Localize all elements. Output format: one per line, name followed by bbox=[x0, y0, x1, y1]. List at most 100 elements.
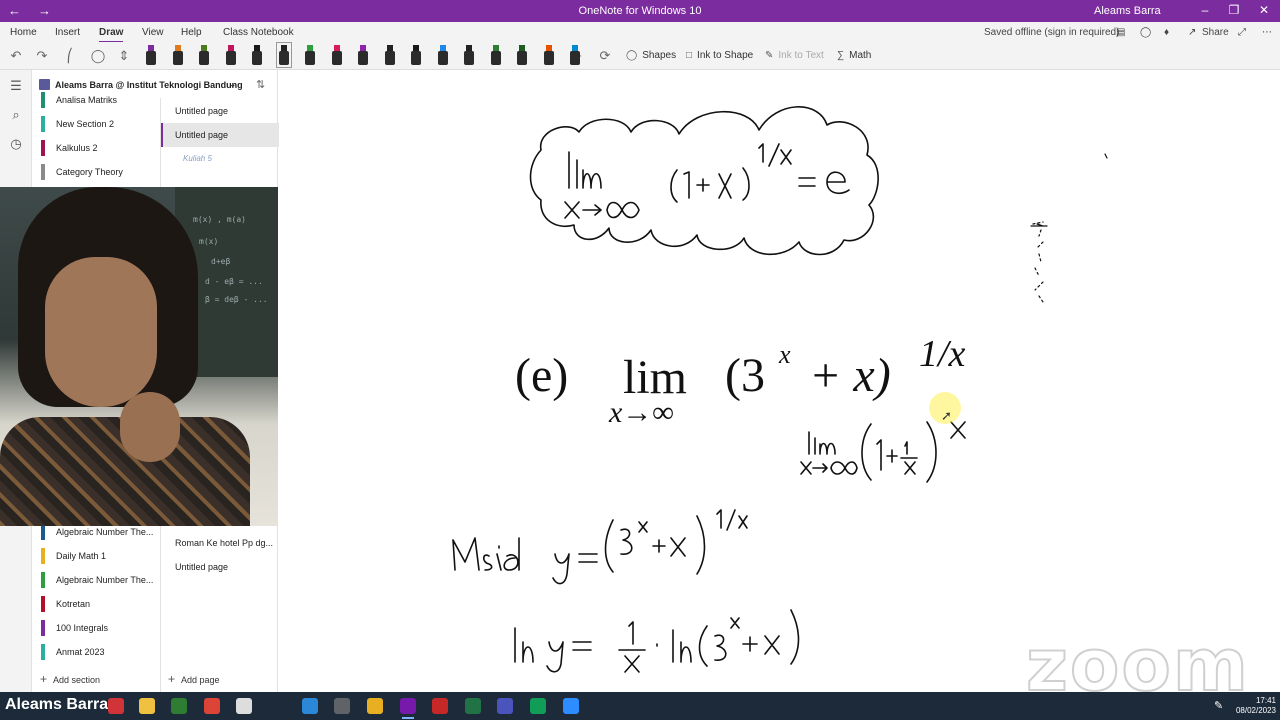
tab-class-notebook[interactable]: Class Notebook bbox=[223, 27, 294, 38]
close-icon[interactable]: ✕ bbox=[1254, 3, 1274, 17]
pen-tool[interactable] bbox=[305, 45, 315, 65]
pen-tool[interactable] bbox=[544, 45, 554, 65]
ink-to-shape-button[interactable]: □ Ink to Shape bbox=[686, 50, 753, 61]
redo-icon[interactable]: ↷ bbox=[34, 48, 50, 64]
pen-tool[interactable] bbox=[199, 45, 209, 65]
taskbar-app-icon[interactable] bbox=[236, 698, 252, 714]
page-item[interactable]: Roman Ke hotel Pp dg... bbox=[161, 531, 279, 555]
add-space-icon[interactable]: ⇕ bbox=[116, 48, 132, 64]
pen-tool[interactable] bbox=[438, 45, 448, 65]
taskbar-app-icon[interactable] bbox=[432, 698, 448, 714]
math-label: Math bbox=[849, 50, 872, 61]
hint-exp-ink bbox=[950, 421, 966, 439]
section-label: Algebraic Number The... bbox=[56, 575, 154, 585]
taskbar-app-icon[interactable] bbox=[171, 698, 187, 714]
type-select-icon[interactable]: ⎛ bbox=[62, 48, 78, 64]
section-item[interactable]: Kalkulus 2 bbox=[32, 136, 160, 160]
taskbar-app-icon[interactable] bbox=[108, 698, 124, 714]
pen-tool[interactable] bbox=[464, 45, 474, 65]
section-item[interactable]: Anmat 2023 bbox=[32, 640, 160, 664]
sync-status[interactable]: Saved offline (sign in required) bbox=[984, 27, 1119, 38]
add-section-button[interactable]: + Add section bbox=[40, 672, 100, 686]
page-item[interactable]: Kuliah 5 bbox=[161, 147, 279, 171]
pen-tool[interactable] bbox=[491, 45, 501, 65]
pen-tool[interactable] bbox=[358, 45, 368, 65]
section-color-tab bbox=[41, 596, 45, 612]
taskbar-app-icon[interactable] bbox=[302, 698, 318, 714]
taskbar: Aleams Barra ✎ 17:41 08/02/2023 bbox=[0, 692, 1280, 720]
search-icon[interactable]: ⌕ bbox=[8, 107, 24, 123]
section-color-tab bbox=[41, 140, 45, 156]
pen-tool[interactable] bbox=[173, 45, 183, 65]
minimize-icon[interactable]: – bbox=[1195, 3, 1215, 17]
notebook-icon[interactable]: ▤ bbox=[1116, 27, 1125, 38]
taskbar-app-icon[interactable] bbox=[204, 698, 220, 714]
taskbar-app-icon[interactable] bbox=[465, 698, 481, 714]
shapes-button[interactable]: ◯ Shapes bbox=[626, 50, 676, 61]
misal-ink bbox=[452, 537, 520, 571]
page-label: Untitled page bbox=[175, 562, 229, 572]
section-item[interactable]: 100 Integrals bbox=[32, 616, 160, 640]
notebooks-icon[interactable]: ☰ bbox=[8, 78, 24, 94]
pen-body bbox=[438, 51, 448, 65]
section-color-tab bbox=[41, 572, 45, 588]
section-item[interactable]: Daily Math 1 bbox=[32, 544, 160, 568]
lightbulb-icon[interactable]: ◯ bbox=[1140, 27, 1151, 38]
section-label: Algebraic Number The... bbox=[56, 527, 154, 537]
lasso-select-icon[interactable]: ◯ bbox=[90, 48, 106, 64]
undo-icon[interactable]: ↶ bbox=[8, 48, 24, 64]
clock[interactable]: 17:41 08/02/2023 bbox=[1232, 696, 1276, 716]
account-name[interactable]: Aleams Barra bbox=[1094, 5, 1161, 17]
pen-tool[interactable] bbox=[570, 45, 580, 65]
taskbar-app-icon[interactable] bbox=[497, 698, 513, 714]
page-item[interactable]: Untitled page bbox=[161, 555, 279, 579]
pen-tool[interactable] bbox=[517, 45, 527, 65]
pen-tool[interactable] bbox=[226, 45, 236, 65]
section-item[interactable]: Kotretan bbox=[32, 592, 160, 616]
taskbar-app-icon[interactable] bbox=[367, 698, 383, 714]
page-item[interactable]: Untitled page bbox=[161, 123, 279, 147]
taskbar-user-label: Aleams Barra bbox=[5, 696, 109, 713]
page-item[interactable]: Untitled page bbox=[161, 99, 279, 123]
fullscreen-icon[interactable]: ⤢ bbox=[1238, 27, 1246, 38]
pen-tool[interactable] bbox=[385, 45, 395, 65]
section-item[interactable]: New Section 2 bbox=[32, 112, 160, 136]
taskbar-app-icon[interactable] bbox=[563, 698, 579, 714]
pen-tool[interactable] bbox=[146, 45, 156, 65]
sort-icon[interactable]: ⇅ bbox=[256, 78, 265, 91]
recent-icon[interactable]: ◷ bbox=[8, 136, 24, 152]
taskbar-app-icon[interactable] bbox=[334, 698, 350, 714]
section-item[interactable]: Analisa Matriks bbox=[32, 88, 160, 112]
lim-subscript: x→∞ bbox=[609, 396, 674, 429]
pen-tool[interactable] bbox=[411, 45, 421, 65]
add-page-button[interactable]: + Add page bbox=[168, 672, 220, 686]
section-color-tab bbox=[41, 644, 45, 660]
section-item[interactable]: Category Theory bbox=[32, 160, 160, 184]
note-canvas[interactable]: (e) lim x→∞ (3 x + x) 1/x zoom ➚ bbox=[279, 70, 1280, 708]
pen-tool[interactable] bbox=[332, 45, 342, 65]
pen-tray-icon[interactable]: ✎ bbox=[1214, 699, 1223, 712]
plus-icon: + bbox=[40, 672, 48, 686]
tab-draw[interactable]: Draw bbox=[99, 27, 124, 43]
taskbar-app-icon[interactable] bbox=[530, 698, 546, 714]
tab-insert[interactable]: Insert bbox=[55, 27, 80, 38]
tab-home[interactable]: Home bbox=[10, 27, 37, 38]
tab-help[interactable]: Help bbox=[181, 27, 202, 38]
ruler-icon[interactable]: ⟳ bbox=[597, 48, 613, 64]
tab-view[interactable]: View bbox=[142, 27, 164, 38]
ink-to-text-icon: ✎ bbox=[765, 50, 774, 61]
math-button[interactable]: ∑ Math bbox=[837, 50, 871, 61]
ink-to-text-button[interactable]: ✎ Ink to Text bbox=[765, 50, 824, 61]
share-icon[interactable]: ↗ bbox=[1188, 27, 1196, 38]
taskbar-app-icon[interactable] bbox=[139, 698, 155, 714]
restore-icon[interactable]: ❐ bbox=[1224, 3, 1244, 17]
cloud-paren-ink bbox=[670, 167, 750, 203]
share-button[interactable]: Share bbox=[1202, 27, 1229, 38]
section-item[interactable]: Algebraic Number The... bbox=[32, 568, 160, 592]
more-icon[interactable]: ⋯ bbox=[1262, 27, 1272, 38]
pen-tool[interactable] bbox=[276, 42, 292, 68]
taskbar-app-icon[interactable] bbox=[400, 698, 416, 719]
pen-tool[interactable] bbox=[252, 45, 262, 65]
page-label: Untitled page bbox=[175, 106, 229, 116]
bell-icon[interactable]: ♦ bbox=[1164, 27, 1169, 38]
